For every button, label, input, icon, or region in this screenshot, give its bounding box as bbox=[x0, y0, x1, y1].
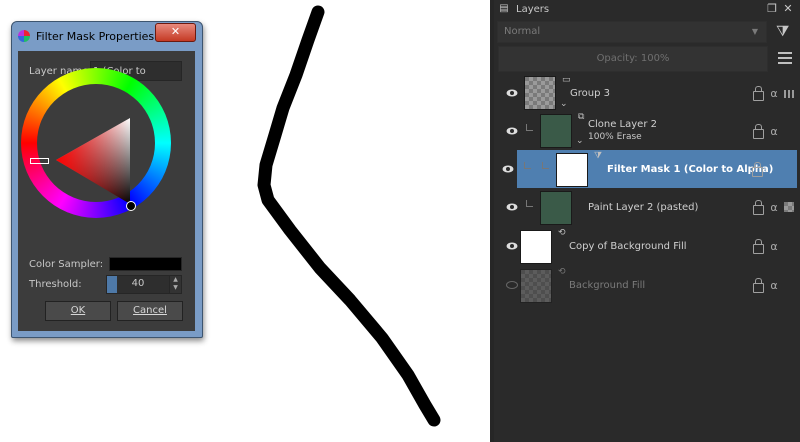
blend-mode-select[interactable]: Normal ▼ bbox=[497, 21, 767, 43]
filter-icon[interactable]: ⧩ bbox=[776, 22, 794, 40]
lock-icon[interactable] bbox=[753, 124, 764, 139]
layer-thumbnail bbox=[540, 191, 572, 225]
color-sampler-swatch[interactable] bbox=[109, 257, 182, 271]
layer-name: Filter Mask 1 (Color to Alpha) bbox=[607, 164, 774, 175]
close-docker-icon[interactable]: ✕ bbox=[782, 3, 794, 15]
layer-thumbnail bbox=[540, 114, 572, 148]
folder-icon: ▭ bbox=[562, 75, 571, 85]
layers-stack-icon: ▤ bbox=[499, 3, 509, 14]
fill-layer-icon: ⟲ bbox=[558, 228, 566, 238]
layer-row-group-3[interactable]: ▭ ⌄ Group 3 α bbox=[494, 74, 800, 112]
opacity-slider[interactable]: Opacity: 100% bbox=[498, 46, 768, 72]
float-docker-icon[interactable]: ❐ bbox=[766, 3, 778, 15]
expand-chevron-icon[interactable]: ⌄ bbox=[560, 99, 568, 109]
clone-layer-icon: ⧉ bbox=[578, 112, 585, 122]
layer-blend-info: 100% Erase bbox=[588, 132, 642, 142]
blend-mode-value: Normal bbox=[504, 26, 541, 37]
threshold-label: Threshold: bbox=[29, 279, 82, 290]
layer-row-copy-of-background-fill[interactable]: ⟲ Copy of Background Fill α bbox=[494, 227, 800, 265]
threshold-slider[interactable]: 40 bbox=[106, 275, 170, 294]
spin-up-icon[interactable]: ▲ bbox=[170, 276, 181, 284]
hamburger-menu-icon[interactable] bbox=[778, 52, 792, 64]
layer-thumbnail bbox=[556, 153, 588, 187]
layer-row-filter-mask-1[interactable]: ⧩ Filter Mask 1 (Color to Alpha) bbox=[490, 150, 800, 188]
tree-connector bbox=[542, 162, 549, 169]
layer-name: Group 3 bbox=[570, 88, 610, 99]
cancel-label: Cancel bbox=[133, 305, 167, 316]
eye-icon[interactable] bbox=[506, 125, 518, 137]
threshold-spinner[interactable]: ▲ ▼ bbox=[169, 275, 182, 294]
lock-icon[interactable] bbox=[752, 162, 763, 177]
chevron-down-icon: ▼ bbox=[751, 27, 758, 36]
inherit-alpha-icon[interactable] bbox=[784, 202, 794, 212]
ok-button[interactable]: OK bbox=[45, 301, 111, 321]
threshold-value: 40 bbox=[131, 278, 145, 289]
lock-icon[interactable] bbox=[753, 86, 764, 101]
alpha-lock-icon[interactable]: α bbox=[768, 280, 780, 292]
eye-icon[interactable] bbox=[506, 201, 518, 213]
opacity-value: Opacity: 100% bbox=[596, 53, 670, 64]
color-sampler-label: Color Sampler: bbox=[29, 259, 104, 270]
expand-chevron-icon[interactable]: ⌄ bbox=[576, 136, 584, 146]
tree-connector bbox=[526, 200, 533, 207]
color-picker-marker[interactable] bbox=[126, 201, 136, 211]
lock-icon[interactable] bbox=[753, 200, 764, 215]
layers-docker: ▤ Layers ❐ ✕ Normal ▼ ⧩ Opacity: 100% ▭ … bbox=[490, 0, 800, 442]
eye-icon[interactable] bbox=[502, 163, 514, 175]
layer-name: Copy of Background Fill bbox=[569, 241, 687, 252]
tree-connector bbox=[524, 162, 531, 169]
eye-icon[interactable] bbox=[506, 87, 518, 99]
eye-icon[interactable] bbox=[506, 240, 518, 252]
sv-triangle[interactable] bbox=[56, 118, 130, 204]
filter-mask-icon: ⧩ bbox=[594, 151, 603, 161]
alpha-lock-icon[interactable]: α bbox=[768, 88, 780, 100]
lock-icon[interactable] bbox=[753, 278, 764, 293]
alpha-lock-icon[interactable]: α bbox=[768, 126, 780, 138]
fill-layer-icon: ⟲ bbox=[558, 267, 566, 277]
ok-label: OK bbox=[70, 305, 86, 316]
layer-row-background-fill[interactable]: ⟲ Background Fill α bbox=[494, 266, 800, 304]
hue-marker[interactable] bbox=[30, 158, 49, 164]
tree-connector bbox=[526, 124, 533, 131]
layer-thumbnail bbox=[520, 230, 552, 264]
eye-hidden-icon[interactable] bbox=[506, 279, 518, 291]
alpha-lock-icon[interactable]: α bbox=[768, 241, 780, 253]
layer-name: Clone Layer 2 bbox=[588, 119, 657, 130]
layer-row-clone-layer-2[interactable]: ⧉ ⌄ Clone Layer 2 100% Erase α bbox=[494, 112, 800, 150]
alpha-lock-icon[interactable]: α bbox=[768, 202, 780, 214]
pass-through-icon[interactable] bbox=[784, 90, 794, 98]
layer-name: Paint Layer 2 (pasted) bbox=[588, 202, 699, 213]
layer-name: Background Fill bbox=[569, 280, 646, 291]
layer-thumbnail bbox=[520, 269, 552, 303]
docker-title: Layers bbox=[516, 4, 550, 15]
cancel-button[interactable]: Cancel bbox=[117, 301, 183, 321]
spin-down-icon[interactable]: ▼ bbox=[170, 284, 181, 292]
layer-row-paint-layer-2[interactable]: Paint Layer 2 (pasted) α bbox=[494, 188, 800, 226]
layer-thumbnail bbox=[524, 76, 556, 110]
lock-icon[interactable] bbox=[753, 239, 764, 254]
